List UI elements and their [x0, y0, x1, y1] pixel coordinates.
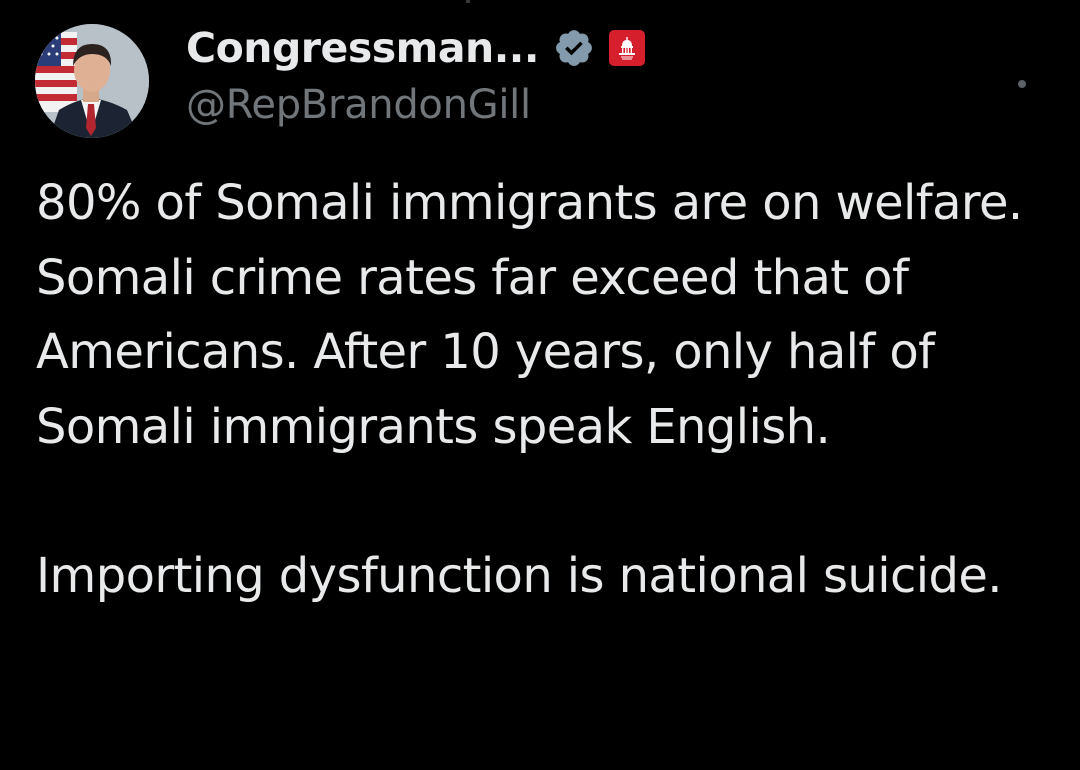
paragraph-break: [36, 464, 1046, 539]
tweet-text: 80% of Somali immigrants are on welfare.…: [36, 166, 1046, 613]
tweet-card[interactable]: Congressman... @RepBrandonGill 80% of So…: [0, 0, 1080, 770]
more-options-icon[interactable]: [1012, 74, 1032, 94]
author-display-name[interactable]: Congressman...: [186, 24, 539, 72]
tweet-paragraph: 80% of Somali immigrants are on welfare.…: [36, 175, 1023, 455]
verified-badge-icon: [553, 27, 595, 69]
us-capitol-icon[interactable]: [608, 30, 645, 66]
tweet-paragraph: Importing dysfunction is national suicid…: [36, 547, 1003, 604]
more-options-dot: [1018, 80, 1026, 88]
divider-fragment: [466, 0, 470, 3]
avatar[interactable]: [35, 24, 149, 138]
author-handle[interactable]: @RepBrandonGill: [186, 82, 1006, 128]
author-row: Congressman...: [186, 22, 1006, 74]
tweet-header: Congressman... @RepBrandonGill: [186, 22, 1006, 128]
profile-photo-icon: [35, 24, 149, 138]
